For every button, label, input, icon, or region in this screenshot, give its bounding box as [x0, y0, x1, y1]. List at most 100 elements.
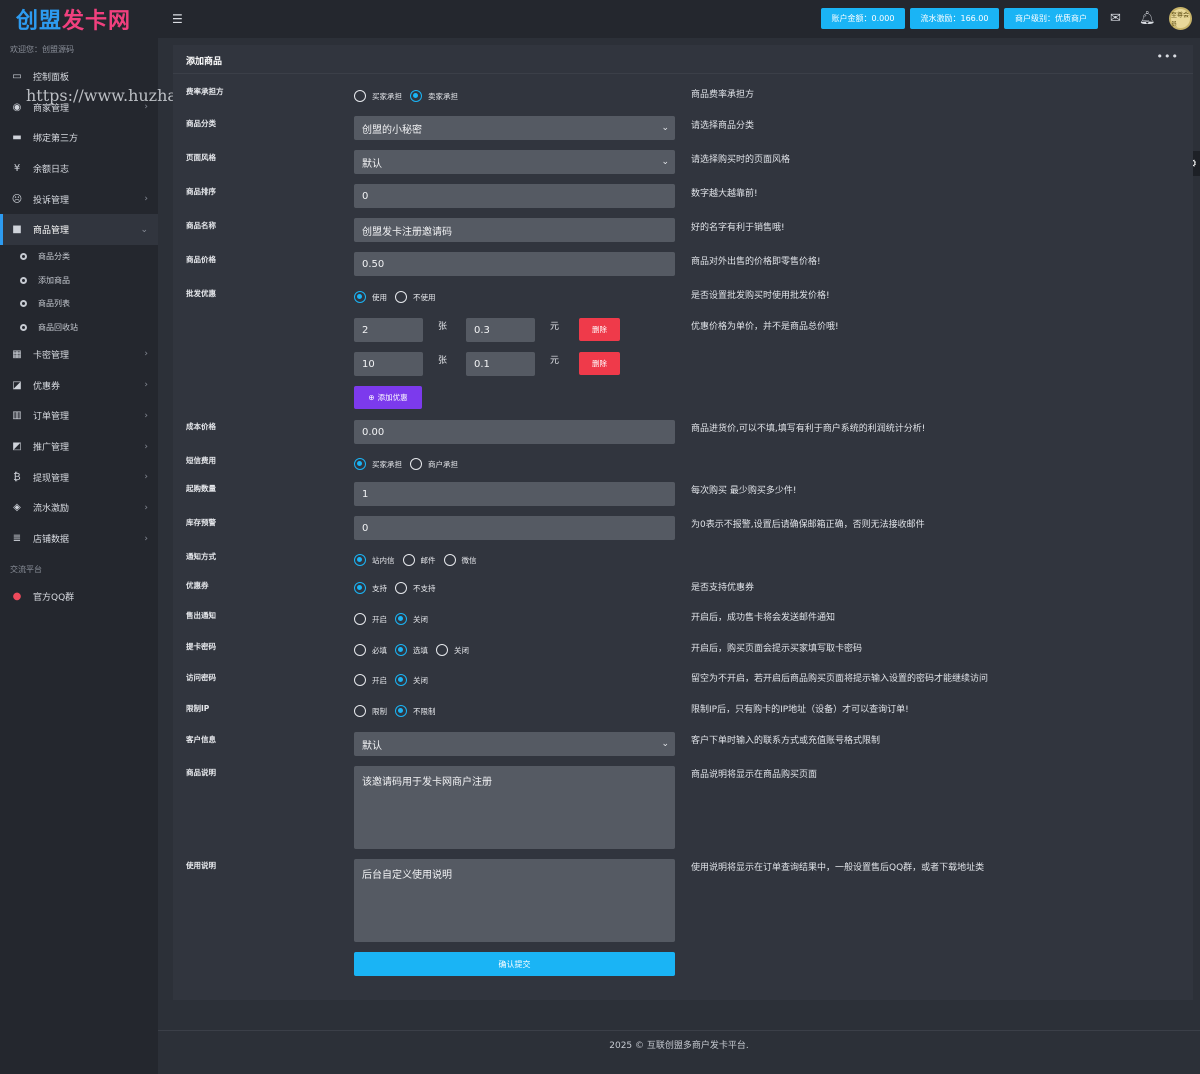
access-pwd-option-on[interactable]: 开启 — [354, 674, 387, 686]
cost-input[interactable]: 0.00 — [354, 420, 675, 444]
sidebar-item-bind-third-party[interactable]: ▬ 绑定第三方 — [0, 122, 158, 153]
chevron-down-icon: ⌄ — [661, 739, 669, 749]
radio-checked-icon — [354, 554, 366, 566]
tier-2-delete-button[interactable]: 删除 — [579, 352, 620, 375]
sms-option-buyer[interactable]: 买家承担 — [354, 458, 402, 470]
sort-input[interactable]: 0 — [354, 184, 675, 208]
stock-alert-help: 为0表示不报警,设置后请确保邮箱正确，否则无法接收邮件 — [691, 520, 925, 530]
sidebar-item-label: 优惠券 — [33, 381, 61, 392]
fee-option-seller[interactable]: 卖家承担 — [410, 90, 458, 102]
button-label: 添加优惠 — [377, 393, 408, 402]
chevron-right-icon: › — [144, 441, 148, 452]
style-select[interactable]: 默认 ⌄ — [354, 150, 675, 174]
chevron-right-icon: › — [144, 533, 148, 544]
ip-limit-option-limit[interactable]: 限制 — [354, 705, 387, 717]
access-pwd-option-off[interactable]: 关闭 — [395, 674, 428, 686]
card-pwd-option-optional[interactable]: 选填 — [395, 644, 428, 656]
tier-2-price-input[interactable]: 0.1 — [466, 352, 535, 376]
radio-label: 必填 — [372, 645, 387, 655]
sidebar-item-coupons[interactable]: ◪ 优惠券 › — [0, 370, 158, 401]
sidebar-item-products[interactable]: ■ 商品管理 ⌄ — [0, 214, 158, 246]
sidebar-item-label: 提现管理 — [33, 473, 70, 484]
logo[interactable]: 创盟 发卡网 — [0, 0, 158, 38]
fee-option-buyer[interactable]: 买家承担 — [354, 90, 402, 102]
sidebar-sub-item-add-product[interactable]: 添加商品 — [0, 269, 158, 293]
sidebar-item-balance-log[interactable]: ¥ 余额日志 — [0, 153, 158, 184]
bell-icon[interactable]: 🔔︎ — [1139, 11, 1156, 26]
sidebar-item-label: 店铺数据 — [33, 535, 70, 546]
wholesale-option-use[interactable]: 使用 — [354, 291, 387, 303]
sidebar-sub-item-recycle-bin[interactable]: 商品回收站 — [0, 316, 158, 340]
card-pwd-option-required[interactable]: 必填 — [354, 644, 387, 656]
description-label: 商品说明 — [186, 768, 216, 777]
merchant-level-button[interactable]: 商户级别：优质商户 — [1004, 8, 1098, 29]
sidebar-item-cards[interactable]: ▦ 卡密管理 › — [0, 339, 158, 370]
notify-option-inbox[interactable]: 站内信 — [354, 554, 395, 566]
customer-select[interactable]: 默认 ⌄ — [354, 732, 675, 756]
user-circle-icon: ◉ — [12, 101, 22, 113]
radio-icon — [354, 705, 366, 717]
tier-1-price-input[interactable]: 0.3 — [466, 318, 535, 342]
sidebar: 创盟 发卡网 欢迎您：创盟源码 ▭ 控制面板 ◉ 商家管理 › ▬ 绑定第三方 ¥ 余额日志… — [0, 0, 158, 1074]
notify-option-wechat[interactable]: 微信 — [443, 554, 477, 566]
description-textarea[interactable]: 该邀请码用于发卡网商户注册 — [354, 766, 675, 849]
balance-button[interactable]: 账户金额：0.000 — [821, 8, 905, 29]
sidebar-item-orders[interactable]: ▥ 订单管理 › — [0, 401, 158, 432]
notify-option-email[interactable]: 邮件 — [402, 554, 436, 566]
sms-option-merchant[interactable]: 商户承担 — [410, 458, 458, 470]
usage-textarea[interactable]: 后台自定义使用说明 — [354, 859, 675, 942]
cost-label: 成本价格 — [186, 422, 216, 431]
style-label: 页面风格 — [186, 153, 216, 162]
yen-icon: ¥ — [13, 162, 21, 174]
sidebar-item-incentive[interactable]: ◈ 流水激励 › — [0, 493, 158, 524]
circle-icon — [20, 300, 27, 308]
incentive-button[interactable]: 流水激励：166.00 — [910, 8, 999, 29]
radio-label: 支持 — [372, 583, 387, 593]
logo-part1: 创盟 — [16, 9, 63, 34]
radio-label: 开启 — [372, 614, 387, 624]
sidebar-sub-item-product-list[interactable]: 商品列表 — [0, 292, 158, 316]
sidebar-item-withdraw[interactable]: ₿ 提现管理 › — [0, 462, 158, 493]
price-help: 商品对外出售的价格即零售价格! — [691, 257, 821, 267]
sold-notify-help: 开启后，成功售卡将会发送邮件通知 — [691, 613, 836, 623]
stock-alert-input[interactable]: 0 — [354, 516, 675, 540]
monitor-icon: ▭ — [12, 70, 22, 82]
sidebar-item-label: 流水激励 — [33, 504, 70, 515]
wholesale-label: 批发优惠 — [186, 289, 216, 298]
sold-notify-option-off[interactable]: 关闭 — [395, 613, 428, 625]
tier-2-qty-input[interactable]: 10 — [354, 352, 423, 376]
radio-icon — [410, 458, 422, 470]
mail-icon[interactable]: ✉ — [1110, 11, 1121, 26]
submit-button[interactable]: 确认提交 — [354, 952, 675, 976]
sidebar-item-qq-group[interactable]: ● 官方QQ群 — [0, 581, 158, 612]
tier-1-delete-button[interactable]: 删除 — [579, 318, 620, 341]
more-icon[interactable]: ••• — [1157, 50, 1179, 63]
radio-label: 限制 — [372, 706, 387, 716]
sidebar-item-complaints[interactable]: ☹ 投诉管理 › — [0, 184, 158, 215]
avatar[interactable]: 至尊会员 — [1169, 7, 1192, 30]
sold-notify-option-on[interactable]: 开启 — [354, 613, 387, 625]
sold-notify-radio-group: 开启 关闭 — [354, 613, 436, 625]
ip-limit-option-no-limit[interactable]: 不限制 — [395, 705, 436, 717]
tier-1-qty-unit: 张 — [438, 322, 448, 332]
min-qty-input[interactable]: 1 — [354, 482, 675, 506]
sidebar-sub-item-category[interactable]: 商品分类 — [0, 245, 158, 269]
coupon-option-no-support[interactable]: 不支持 — [395, 582, 436, 594]
radio-label: 关闭 — [413, 614, 428, 624]
add-discount-button[interactable]: ⊕ 添加优惠 — [354, 386, 422, 409]
sidebar-item-shop-data[interactable]: ≣ 店铺数据 › — [0, 523, 158, 554]
radio-label: 选填 — [413, 645, 428, 655]
name-input[interactable]: 创盟发卡注册邀请码 — [354, 218, 675, 242]
ticket-icon: ◪ — [12, 379, 22, 391]
category-select[interactable]: 创盟的小秘密 ⌄ — [354, 116, 675, 140]
tier-1-qty-input[interactable]: 2 — [354, 318, 423, 342]
add-product-card: 添加商品 ••• 费率承担方 买家承担 卖家承担 商品费率承担方 商品分类 创盟… — [173, 45, 1193, 1000]
plus-circle-icon: ⊕ — [368, 393, 375, 402]
menu-icon[interactable]: ☰ — [172, 12, 183, 26]
card-pwd-option-off[interactable]: 关闭 — [436, 644, 469, 656]
coupon-option-support[interactable]: 支持 — [354, 582, 387, 594]
sidebar-item-promotion[interactable]: ◩ 推广管理 › — [0, 431, 158, 462]
price-input[interactable]: 0.50 — [354, 252, 675, 276]
wholesale-option-none[interactable]: 不使用 — [395, 291, 436, 303]
select-value: 默认 — [362, 740, 382, 752]
